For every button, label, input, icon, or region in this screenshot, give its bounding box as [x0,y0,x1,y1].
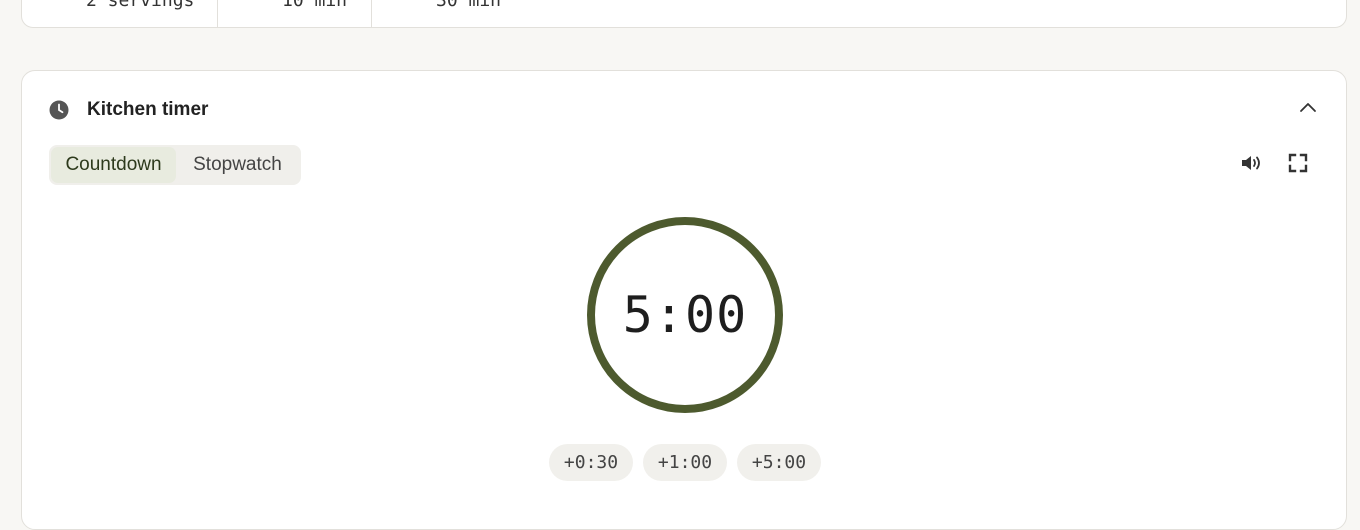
add-5min-button[interactable]: +5:00 [737,444,821,481]
clock-icon [49,100,69,120]
stat-divider [371,0,372,28]
timer-title: Kitchen timer [87,99,209,120]
fullscreen-button[interactable] [1285,152,1311,178]
timer-dial: 5:00 [587,217,783,413]
kitchen-timer-card: Kitchen timer Countdown Stopwatch 5:00 +… [21,70,1347,530]
stat-cook-time: 30 min [436,0,502,11]
timer-display: 5:00 [622,286,748,344]
add-1min-button[interactable]: +1:00 [643,444,727,481]
stat-prep-time: 10 min [282,0,348,11]
tab-stopwatch[interactable]: Stopwatch [176,147,299,183]
chevron-up-icon [1299,100,1317,118]
tab-countdown[interactable]: Countdown [51,147,176,183]
stat-divider [217,0,218,28]
add-30s-button[interactable]: +0:30 [549,444,633,481]
timer-header: Kitchen timer [49,99,208,121]
speaker-icon [1240,153,1264,178]
collapse-button[interactable] [1296,97,1320,121]
add-time-buttons: +0:30 +1:00 +5:00 [549,444,821,481]
sound-toggle-button[interactable] [1238,151,1266,179]
fullscreen-icon [1288,153,1308,178]
timer-mode-toggle: Countdown Stopwatch [49,145,301,185]
stat-servings: 2 servings [86,0,195,11]
recipe-stats-card: 2 servings 10 min 30 min [21,0,1347,28]
